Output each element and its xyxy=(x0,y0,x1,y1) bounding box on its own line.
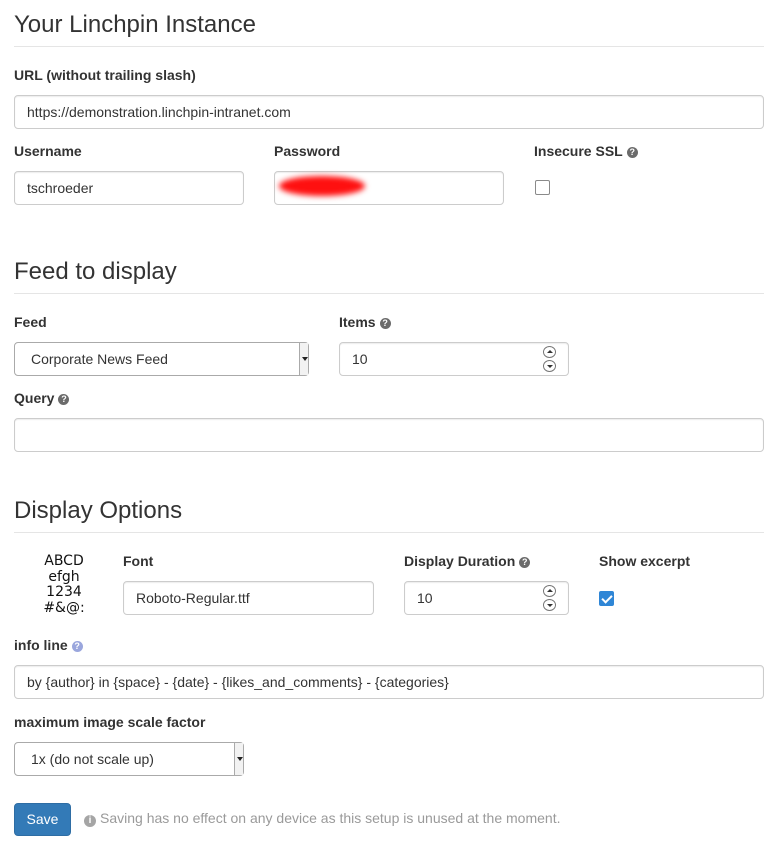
display-duration-label-text: Display Duration xyxy=(404,553,516,569)
items-stepper[interactable] xyxy=(543,346,556,372)
query-input[interactable] xyxy=(14,418,764,452)
display-duration-value: 10 xyxy=(417,590,433,606)
query-label: Query? xyxy=(14,390,70,406)
info-line-label: info line? xyxy=(14,637,83,653)
save-note-text: Saving has no effect on any device as th… xyxy=(100,810,561,826)
font-preview-line: efgh xyxy=(48,568,80,585)
section-heading-instance: Your Linchpin Instance xyxy=(14,11,256,38)
items-label: Items? xyxy=(339,314,391,330)
save-button[interactable]: Save xyxy=(14,803,71,836)
font-preview: ABCD efgh 1234 #&@: xyxy=(26,553,102,616)
username-input[interactable]: tschroeder xyxy=(14,171,244,205)
show-excerpt-checkbox[interactable] xyxy=(599,591,614,606)
question-circle-icon: ? xyxy=(379,318,391,329)
question-circle-icon: ? xyxy=(626,147,638,158)
info-line-label-text: info line xyxy=(14,637,68,653)
info-line-input[interactable]: by {author} in {space} - {date} - {likes… xyxy=(14,665,764,699)
decrement-icon[interactable] xyxy=(543,599,556,611)
decrement-icon[interactable] xyxy=(543,360,556,372)
font-label: Font xyxy=(123,553,154,569)
redaction-mark xyxy=(279,176,365,196)
duration-stepper[interactable] xyxy=(543,585,556,611)
chevron-down-icon xyxy=(299,343,308,375)
url-label: URL (without trailing slash) xyxy=(14,67,196,83)
section-heading-feed: Feed to display xyxy=(14,258,177,285)
divider xyxy=(14,46,764,47)
font-preview-line: #&@: xyxy=(43,599,85,616)
question-circle-icon: ? xyxy=(71,641,83,652)
chevron-down-icon xyxy=(234,743,243,775)
items-value: 10 xyxy=(352,351,368,367)
increment-icon[interactable] xyxy=(543,585,556,597)
insecure-ssl-label: Insecure SSL? xyxy=(534,143,638,159)
image-scale-label: maximum image scale factor xyxy=(14,714,206,730)
display-duration-input[interactable]: 10 xyxy=(404,581,569,615)
section-heading-display: Display Options xyxy=(14,497,183,524)
image-scale-select-value: 1x (do not scale up) xyxy=(31,751,154,767)
show-excerpt-label: Show excerpt xyxy=(599,553,691,569)
image-scale-select[interactable]: 1x (do not scale up) xyxy=(14,742,244,776)
url-input[interactable]: https://demonstration.linchpin-intranet.… xyxy=(14,95,764,129)
insecure-ssl-label-text: Insecure SSL xyxy=(534,143,623,159)
feed-label: Feed xyxy=(14,314,47,330)
question-circle-icon: ? xyxy=(58,394,70,405)
font-input[interactable]: Roboto-Regular.ttf xyxy=(123,581,374,615)
feed-select-value: Corporate News Feed xyxy=(31,351,168,367)
items-number-input[interactable]: 10 xyxy=(339,342,569,376)
question-circle-icon: ? xyxy=(519,557,531,568)
password-label: Password xyxy=(274,143,341,159)
insecure-ssl-checkbox[interactable] xyxy=(535,180,550,195)
divider xyxy=(14,532,764,533)
divider xyxy=(14,293,764,294)
increment-icon[interactable] xyxy=(543,346,556,358)
username-label: Username xyxy=(14,143,82,159)
font-preview-line: ABCD xyxy=(44,553,84,569)
display-duration-label: Display Duration? xyxy=(404,553,531,569)
font-preview-line: 1234 xyxy=(46,584,82,600)
query-label-text: Query xyxy=(14,390,55,406)
save-note: i Saving has no effect on any device as t… xyxy=(84,810,560,827)
feed-select[interactable]: Corporate News Feed xyxy=(14,342,309,376)
info-circle-icon: i xyxy=(84,815,96,827)
items-label-text: Items xyxy=(339,314,376,330)
